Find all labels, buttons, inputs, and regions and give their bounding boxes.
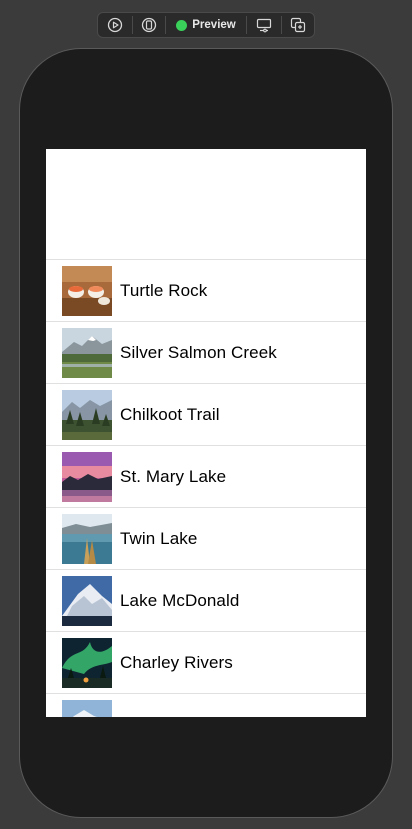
navigation-bar-area (46, 149, 366, 259)
list-item[interactable]: Silver Salmon Creek (46, 321, 366, 383)
lake-kayak-photo (62, 513, 112, 564)
list-item[interactable]: Turtle Rock (46, 259, 366, 321)
sushi-photo (62, 265, 112, 316)
device-settings-icon (256, 18, 271, 33)
landmark-name: Twin Lake (120, 528, 198, 548)
landmark-name: Charley Rivers (120, 652, 233, 672)
preview-button[interactable]: Preview (166, 13, 245, 37)
live-preview-button[interactable] (98, 13, 132, 37)
list-item[interactable]: Lake McDonald (46, 569, 366, 631)
landmark-name: Silver Salmon Creek (120, 342, 277, 362)
preview-label: Preview (192, 19, 236, 31)
list-item[interactable]: Charley Rivers (46, 631, 366, 693)
play-circle-icon (107, 17, 123, 33)
pink-sunset-lake-photo (62, 451, 112, 502)
list-item[interactable]: Twin Lake (46, 507, 366, 569)
device-button[interactable] (133, 13, 165, 37)
landmark-name: St. Mary Lake (120, 466, 227, 486)
duplicate-icon (290, 17, 305, 33)
list-item[interactable]: Chilkoot Trail (46, 383, 366, 445)
snowy-peak-photo (62, 699, 112, 717)
device-icon (142, 17, 157, 33)
device-settings-button[interactable] (247, 13, 281, 37)
preview-status-dot-icon (176, 19, 188, 31)
duplicate-preview-button[interactable] (282, 13, 314, 37)
list-item[interactable] (46, 693, 366, 717)
preview-toolbar: Preview (97, 12, 315, 38)
list-item[interactable]: St. Mary Lake (46, 445, 366, 507)
landmark-name: Lake McDonald (120, 590, 240, 610)
landmark-list[interactable]: Turtle Rock Silver Salmon Creek Chilkoot… (46, 259, 366, 717)
mountain-meadow-photo (62, 327, 112, 378)
forest-mountain-photo (62, 389, 112, 440)
snowy-mountain-photo (62, 575, 112, 626)
landmark-name: Chilkoot Trail (120, 404, 220, 424)
landmark-name: Turtle Rock (120, 280, 208, 300)
device-screen: Turtle Rock Silver Salmon Creek Chilkoot… (46, 149, 366, 717)
aurora-photo (62, 637, 112, 688)
